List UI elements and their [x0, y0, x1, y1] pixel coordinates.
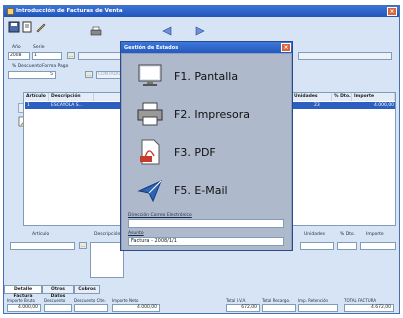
- grid-header-descripcion[interactable]: Descripción: [49, 93, 94, 101]
- total-factura-value: 4.672,00: [344, 304, 394, 312]
- serie-field[interactable]: 1: [32, 52, 62, 60]
- lookup-button[interactable]: ...: [67, 52, 75, 59]
- gestion-estados-dialog: Gestión de Estados × F1. Pantalla F2. Im…: [120, 41, 293, 251]
- window-titlebar: Introducción de Facturas de Venta ×: [4, 6, 399, 17]
- importe-neto-value: 4.000,00: [112, 304, 160, 312]
- descuento-value: [44, 304, 72, 312]
- line-dto-label: % Dto.: [340, 232, 356, 237]
- option-impresora[interactable]: F2. Impresora: [126, 98, 286, 132]
- line-descripcion-label: Descripción: [94, 232, 121, 237]
- option-impresora-label: F2. Impresora: [174, 108, 251, 121]
- print-icon[interactable]: [90, 26, 102, 38]
- descuento-clte-value: [74, 304, 108, 312]
- footer-label: Total Recargo.: [262, 298, 291, 303]
- monitor-icon: [136, 62, 164, 90]
- footer-label: Importe Neto: [112, 298, 139, 303]
- printer-icon: [136, 100, 164, 128]
- pdf-icon: [136, 138, 164, 166]
- window-close-button[interactable]: ×: [387, 7, 397, 16]
- total-recargo-value: [262, 304, 296, 312]
- asunto-label: Asunto: [128, 231, 144, 236]
- footer-label: Importe Bruto: [7, 298, 35, 303]
- line-importe-field[interactable]: [360, 242, 396, 250]
- line-descripcion-field[interactable]: [90, 242, 124, 278]
- imp-retencion-value: [298, 304, 338, 312]
- grid-header-unidades[interactable]: Unidades: [292, 93, 332, 101]
- email-address-label: Dirección Correo Electrónico: [128, 213, 192, 218]
- serie-label: Serie: [33, 45, 45, 50]
- dialog-body: F1. Pantalla F2. Impresora F3. PDF F5. E…: [122, 54, 291, 250]
- footer-label: TOTAL FACTURA: [344, 298, 377, 303]
- line-articulo-label: Artículo: [32, 232, 50, 237]
- option-pdf-label: F3. PDF: [174, 146, 216, 159]
- app-icon: [7, 8, 14, 15]
- line-unidades-field[interactable]: [300, 242, 334, 250]
- footer-label: Imp. Retención: [298, 298, 329, 303]
- cell-articulo: 1: [27, 103, 30, 108]
- forma-pago-lookup-button[interactable]: ...: [85, 71, 93, 78]
- next-icon[interactable]: [194, 26, 206, 38]
- footer-label: Descuento Clte.: [74, 298, 106, 303]
- fecha-field[interactable]: [298, 52, 392, 60]
- grid-header-importe[interactable]: Importe: [352, 93, 395, 101]
- pct-descuento-label: % Descuento: [12, 64, 42, 69]
- grid-header-dto[interactable]: % Dto.: [332, 93, 352, 101]
- dialog-titlebar: Gestión de Estados ×: [121, 42, 292, 53]
- ano-label: Año: [12, 45, 21, 50]
- cell-descripcion: ESCAYOLA S...: [51, 103, 83, 108]
- line-unidades-label: Unidades: [304, 232, 325, 237]
- cell-importe: 4.000,00: [374, 103, 395, 108]
- tab-otros-datos[interactable]: Otros Datos: [42, 285, 74, 299]
- option-pantalla[interactable]: F1. Pantalla: [126, 60, 286, 94]
- line-importe-label: Importe: [366, 232, 384, 237]
- edit-icon[interactable]: [35, 21, 47, 33]
- option-email[interactable]: F5. E-Mail: [126, 174, 286, 208]
- grid-header-articulo[interactable]: Artículo: [24, 93, 49, 101]
- dialog-title: Gestión de Estados: [124, 45, 179, 51]
- footer-label: Total I.V.A.: [226, 298, 247, 303]
- asunto-field[interactable]: Factura - 2008/1/1: [128, 237, 284, 246]
- importe-bruto-value: 4.000,00: [7, 304, 41, 312]
- cliente-field[interactable]: [78, 52, 126, 60]
- footer-label: Descuento: [44, 298, 66, 303]
- window-title: Introducción de Facturas de Venta: [16, 8, 123, 14]
- option-pantalla-label: F1. Pantalla: [174, 70, 239, 83]
- pct-descuento-field[interactable]: 5: [8, 71, 56, 79]
- email-address-field[interactable]: [128, 219, 284, 228]
- line-dto-field[interactable]: [337, 242, 357, 250]
- line-articulo-lookup-button[interactable]: ...: [79, 242, 87, 249]
- ano-field[interactable]: 2008: [8, 52, 30, 60]
- new-icon[interactable]: [21, 21, 33, 33]
- tab-cobros[interactable]: Cobros: [74, 285, 100, 294]
- email-icon: [136, 176, 164, 204]
- option-email-label: F5. E-Mail: [174, 184, 228, 197]
- dialog-close-button[interactable]: ×: [281, 43, 291, 52]
- option-pdf[interactable]: F3. PDF: [126, 136, 286, 170]
- total-iva-value: 672,00: [226, 304, 260, 312]
- tab-detalle-factura[interactable]: Detalle Factura: [4, 285, 42, 299]
- line-articulo-field[interactable]: [10, 242, 75, 250]
- save-icon[interactable]: [8, 21, 20, 33]
- forma-pago-label: Forma Pago: [42, 64, 69, 69]
- previous-icon[interactable]: [161, 26, 173, 38]
- cell-unidades: 23: [314, 103, 320, 108]
